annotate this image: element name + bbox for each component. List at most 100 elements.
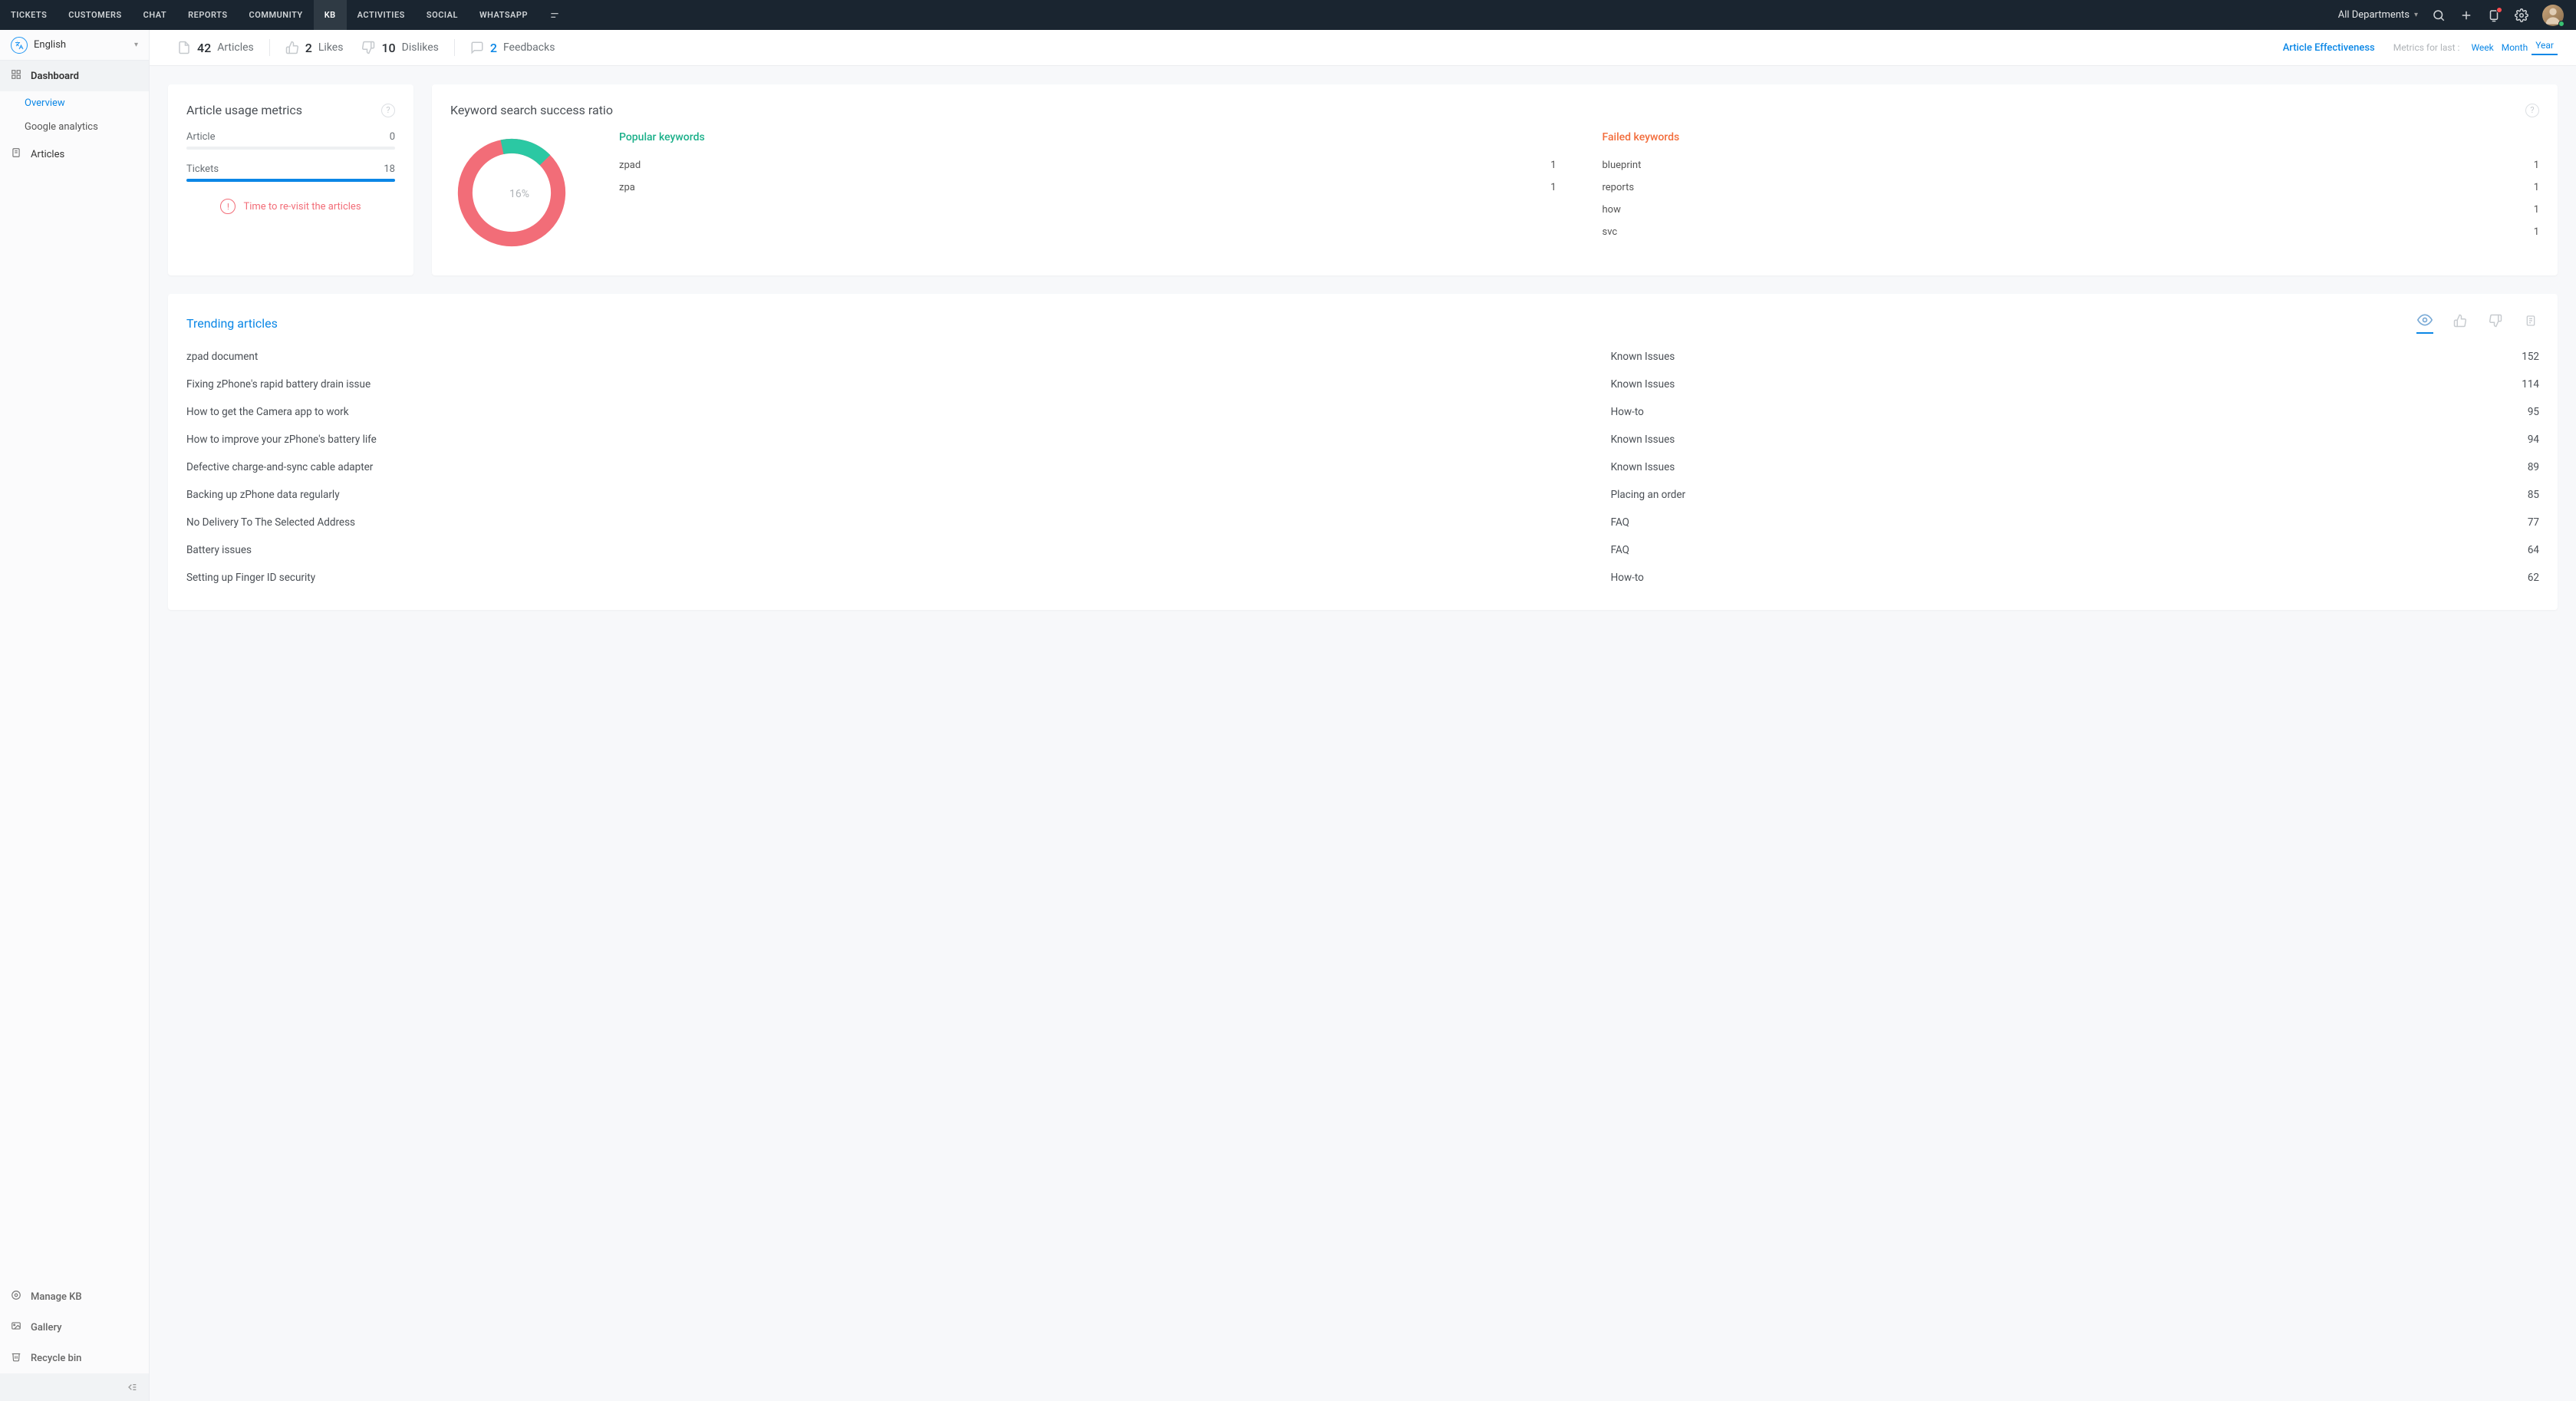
popular-keyword-row[interactable]: zpa 1 bbox=[619, 176, 1556, 199]
add-icon[interactable] bbox=[2459, 8, 2473, 22]
range-year[interactable]: Year bbox=[2532, 40, 2558, 55]
language-dropdown[interactable]: English ▾ bbox=[0, 30, 149, 61]
trending-title: Trending articles bbox=[186, 316, 278, 331]
nav-tab-social[interactable]: SOCIAL bbox=[416, 0, 469, 30]
trending-row[interactable]: Setting up Finger ID securityHow-to62 bbox=[186, 564, 2539, 592]
trending-row[interactable]: No Delivery To The Selected AddressFAQ77 bbox=[186, 509, 2539, 536]
nav-tab-reports[interactable]: REPORTS bbox=[177, 0, 238, 30]
failed-keyword-row[interactable]: how1 bbox=[1603, 199, 2540, 221]
nav-tab-community[interactable]: COMMUNITY bbox=[239, 0, 314, 30]
sidebar-item-google-analytics[interactable]: Google analytics bbox=[0, 115, 149, 139]
keyword-count: 1 bbox=[1550, 182, 1556, 193]
top-nav-actions: All Departments ▾ bbox=[2338, 5, 2564, 26]
feedback-icon bbox=[470, 41, 484, 54]
nav-tab-chat[interactable]: CHAT bbox=[133, 0, 178, 30]
stat-bar: 42 Articles 2 Likes 10 Dislikes bbox=[150, 30, 2576, 66]
trending-title: How to improve your zPhone's battery lif… bbox=[186, 433, 1611, 446]
trending-category: Placing an order bbox=[1611, 489, 2501, 501]
nav-tab-kb[interactable]: KB bbox=[314, 0, 347, 30]
sidebar-gallery-label: Gallery bbox=[31, 1322, 62, 1333]
tab-views[interactable] bbox=[2416, 312, 2433, 334]
usage-article-value: 0 bbox=[390, 131, 395, 143]
main-content: 42 Articles 2 Likes 10 Dislikes bbox=[150, 30, 2576, 1401]
donut-center-label: 16% bbox=[509, 188, 529, 200]
nav-tab-customers[interactable]: CUSTOMERS bbox=[58, 0, 132, 30]
trending-views: 77 bbox=[2501, 516, 2539, 529]
trending-title: How to get the Camera app to work bbox=[186, 406, 1611, 418]
range-week[interactable]: Week bbox=[2467, 42, 2497, 53]
trending-row[interactable]: Fixing zPhone's rapid battery drain issu… bbox=[186, 371, 2539, 398]
help-icon[interactable]: ? bbox=[381, 104, 395, 117]
keyword-card-title: Keyword search success ratio bbox=[450, 103, 613, 117]
language-label: English bbox=[34, 39, 128, 51]
sidebar-item-articles[interactable]: Articles bbox=[0, 139, 149, 170]
tab-likes[interactable] bbox=[2452, 314, 2469, 332]
sidebar-item-overview[interactable]: Overview bbox=[0, 91, 149, 115]
trending-row[interactable]: How to get the Camera app to workHow-to9… bbox=[186, 398, 2539, 426]
revisit-text: Time to re-visit the articles bbox=[243, 201, 361, 213]
stat-dislikes: 10 Dislikes bbox=[352, 41, 447, 55]
failed-keyword-row[interactable]: svc1 bbox=[1603, 221, 2540, 243]
notifications-icon[interactable] bbox=[2487, 8, 2501, 22]
metrics-for-label: Metrics for last : bbox=[2393, 42, 2468, 53]
tab-feedbacks[interactable] bbox=[2522, 315, 2539, 331]
dashboard-icon bbox=[11, 69, 23, 83]
trending-row[interactable]: Battery issuesFAQ64 bbox=[186, 536, 2539, 564]
failed-keyword-row[interactable]: blueprint1 bbox=[1603, 154, 2540, 176]
department-dropdown[interactable]: All Departments ▾ bbox=[2338, 9, 2418, 21]
revisit-warning: ! Time to re-visit the articles bbox=[186, 199, 395, 214]
alert-icon: ! bbox=[220, 199, 236, 214]
keyword-term: zpa bbox=[619, 182, 635, 193]
trending-title: Setting up Finger ID security bbox=[186, 572, 1611, 584]
stat-feedbacks: 2 Feedbacks bbox=[461, 41, 565, 55]
document-icon bbox=[177, 41, 191, 54]
trending-row[interactable]: Defective charge-and-sync cable adapterK… bbox=[186, 453, 2539, 481]
tab-dislikes[interactable] bbox=[2487, 314, 2504, 332]
gear-icon bbox=[11, 1290, 23, 1304]
trending-category: Known Issues bbox=[1611, 461, 2501, 473]
nav-more-icon[interactable] bbox=[539, 0, 571, 30]
keyword-count: 1 bbox=[1550, 160, 1556, 171]
trending-views: 94 bbox=[2501, 433, 2539, 446]
trending-row[interactable]: Backing up zPhone data regularlyPlacing … bbox=[186, 481, 2539, 509]
search-icon[interactable] bbox=[2432, 8, 2446, 22]
globe-icon bbox=[11, 37, 28, 54]
range-month[interactable]: Month bbox=[2498, 42, 2532, 53]
nav-tab-whatsapp[interactable]: WHATSAPP bbox=[469, 0, 539, 30]
chevron-down-icon: ▾ bbox=[2414, 11, 2418, 19]
trending-views: 89 bbox=[2501, 461, 2539, 473]
sidebar-articles-label: Articles bbox=[31, 149, 64, 160]
articles-icon bbox=[11, 147, 23, 161]
popular-keyword-row[interactable]: zpad1 bbox=[619, 154, 1556, 176]
trending-category: How-to bbox=[1611, 406, 2501, 418]
sidebar-item-manage-kb[interactable]: Manage KB bbox=[0, 1281, 149, 1312]
sidebar-dashboard-label: Dashboard bbox=[31, 71, 79, 82]
sidebar-item-dashboard[interactable]: Dashboard bbox=[0, 61, 149, 91]
article-effectiveness-link[interactable]: Article Effectiveness bbox=[2283, 42, 2393, 54]
usage-tickets-label: Tickets bbox=[186, 163, 219, 175]
usage-article-bar bbox=[186, 147, 395, 150]
keyword-term: blueprint bbox=[1603, 160, 1642, 171]
nav-tab-tickets[interactable]: TICKETS bbox=[0, 0, 58, 30]
thumbs-down-icon bbox=[361, 41, 375, 54]
usage-card-title: Article usage metrics bbox=[186, 103, 302, 117]
keyword-count: 1 bbox=[2534, 182, 2539, 193]
trending-views: 114 bbox=[2501, 378, 2539, 391]
sidebar-item-gallery[interactable]: Gallery bbox=[0, 1312, 149, 1343]
help-icon[interactable]: ? bbox=[2525, 104, 2539, 117]
trending-views: 95 bbox=[2501, 406, 2539, 418]
settings-icon[interactable] bbox=[2515, 8, 2528, 22]
top-nav: TICKETSCUSTOMERSCHATREPORTSCOMMUNITYKBAC… bbox=[0, 0, 2576, 30]
stat-likes-count: 2 bbox=[305, 41, 312, 55]
sidebar-collapse-button[interactable] bbox=[0, 1373, 149, 1401]
trending-row[interactable]: How to improve your zPhone's battery lif… bbox=[186, 426, 2539, 453]
failed-title: Failed keywords bbox=[1603, 131, 2540, 143]
sidebar-item-recycle[interactable]: Recycle bin bbox=[0, 1343, 149, 1373]
nav-tab-activities[interactable]: ACTIVITIES bbox=[347, 0, 416, 30]
user-avatar[interactable] bbox=[2542, 5, 2564, 26]
trending-row[interactable]: zpad documentKnown Issues152 bbox=[186, 343, 2539, 371]
sidebar-recycle-label: Recycle bin bbox=[31, 1353, 81, 1364]
stat-articles-count: 42 bbox=[197, 41, 211, 55]
trending-title: Backing up zPhone data regularly bbox=[186, 489, 1611, 501]
failed-keyword-row[interactable]: reports1 bbox=[1603, 176, 2540, 199]
